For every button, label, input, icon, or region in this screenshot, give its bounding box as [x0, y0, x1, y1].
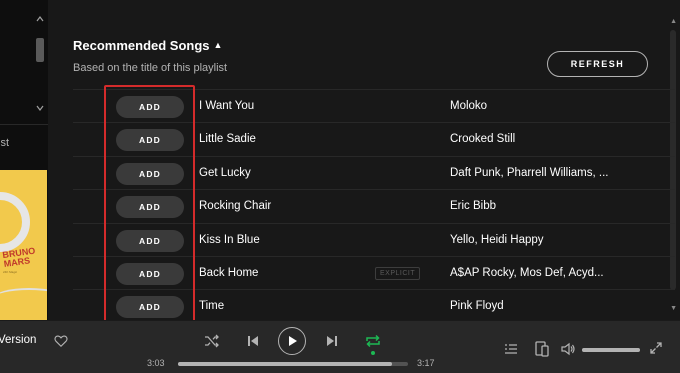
sidebar-divider — [0, 124, 48, 125]
fullscreen-icon[interactable] — [649, 341, 663, 355]
player-bar: Version 3:03 3:17 — [0, 320, 680, 373]
time-total: 3:17 — [417, 358, 435, 368]
section-subtitle: Based on the title of this playlist — [73, 62, 228, 74]
song-title[interactable]: I Want You — [199, 100, 254, 112]
album-art[interactable]: BRUNO MARS 24K Magic — [0, 170, 47, 320]
song-title[interactable]: Little Sadie — [199, 133, 256, 145]
progress-fill — [178, 362, 392, 366]
section-title[interactable]: Recommended Songs ▲ — [73, 38, 222, 53]
main-scroll-up-icon[interactable]: ▲ — [670, 18, 677, 25]
album-art-shape — [0, 192, 30, 252]
time-elapsed: 3:03 — [147, 358, 165, 368]
next-track-icon[interactable] — [324, 333, 340, 349]
scroll-down-arrow-icon[interactable] — [35, 103, 45, 113]
caret-up-icon[interactable]: ▲ — [214, 40, 223, 50]
volume-icon[interactable] — [560, 341, 576, 357]
sidebar-partial-text[interactable]: ist — [0, 137, 9, 149]
previous-track-icon[interactable] — [245, 333, 261, 349]
add-buttons-highlight — [104, 85, 195, 325]
explicit-badge: EXPLICIT — [375, 266, 421, 280]
song-artist[interactable]: Eric Bibb — [450, 200, 496, 212]
repeat-icon[interactable] — [364, 332, 382, 350]
song-artist[interactable]: A$AP Rocky, Mos Def, Acyd... — [450, 267, 604, 279]
song-artist[interactable]: Crooked Still — [450, 133, 515, 145]
devices-icon[interactable] — [533, 340, 551, 358]
song-artist[interactable]: Yello, Heidi Happy — [450, 234, 544, 246]
volume-fill — [582, 348, 640, 352]
play-button[interactable] — [278, 327, 306, 355]
song-artist[interactable]: Daft Punk, Pharrell Williams, ... — [450, 167, 608, 179]
repeat-active-indicator — [371, 351, 375, 355]
album-art-subtitle: 24K Magic — [3, 270, 18, 274]
sidebar: ist BRUNO MARS 24K Magic — [0, 0, 48, 320]
play-icon — [289, 336, 297, 346]
song-title[interactable]: Rocking Chair — [199, 200, 271, 212]
queue-icon[interactable] — [503, 341, 519, 357]
heart-icon[interactable] — [54, 334, 68, 348]
shuffle-icon[interactable] — [204, 333, 220, 349]
progress-bar[interactable] — [178, 362, 408, 366]
scroll-up-arrow-icon[interactable] — [35, 14, 45, 24]
sidebar-scrollbar-thumb[interactable] — [36, 38, 44, 62]
song-artist[interactable]: Moloko — [450, 100, 487, 112]
album-art-title: BRUNO MARS — [1, 245, 36, 269]
song-title[interactable]: Back Home — [199, 267, 258, 279]
song-artist[interactable]: Pink Floyd — [450, 300, 504, 312]
volume-slider[interactable] — [582, 348, 640, 352]
song-title[interactable]: Time — [199, 300, 224, 312]
song-title[interactable]: Kiss In Blue — [199, 234, 260, 246]
section-title-text: Recommended Songs — [73, 38, 210, 53]
refresh-button[interactable]: REFRESH — [547, 51, 648, 77]
album-art-line — [0, 288, 47, 308]
now-playing-title[interactable]: Version — [0, 334, 36, 346]
song-title[interactable]: Get Lucky — [199, 167, 251, 179]
